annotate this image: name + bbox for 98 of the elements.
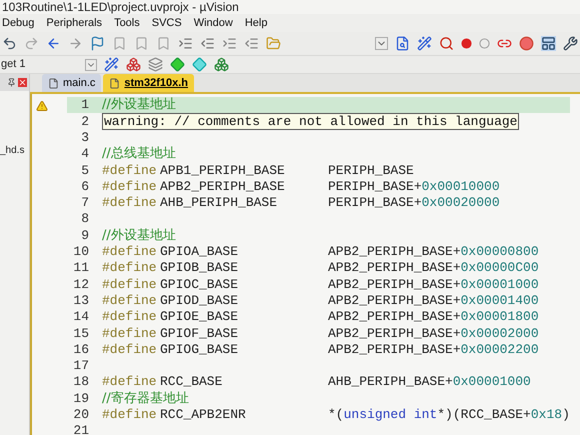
line-number: 16 bbox=[72, 340, 90, 359]
menu-item[interactable]: SVCS bbox=[152, 14, 182, 32]
layers-icon[interactable] bbox=[148, 57, 163, 72]
warning-tooltip: warning: // comments are not allowed in this language bbox=[102, 112, 520, 130]
macro-name: GPIOC_BASE bbox=[160, 276, 240, 294]
file-tab[interactable]: main.c bbox=[42, 74, 102, 92]
code-comment: //总线基地址 bbox=[102, 145, 176, 164]
preprocessor-directive: #define bbox=[102, 276, 158, 294]
menu-item[interactable]: Peripherals bbox=[46, 14, 102, 32]
macro-value: PERIPH_BASE+0x00010000 bbox=[328, 178, 500, 196]
line-number: 5 bbox=[80, 162, 90, 180]
file-icon bbox=[109, 78, 120, 88]
macro-name: GPIOD_BASE bbox=[160, 292, 240, 310]
menu-item[interactable]: Help bbox=[244, 14, 268, 32]
preprocessor-directive: #define bbox=[102, 194, 158, 212]
close-icon[interactable] bbox=[18, 78, 27, 87]
macro-value: APB2_PERIPH_BASE+0x00002000 bbox=[328, 324, 539, 343]
diamond-icon[interactable] bbox=[192, 57, 207, 72]
line-number: 17 bbox=[72, 357, 90, 376]
forward-arrow-icon[interactable] bbox=[68, 36, 83, 51]
macro-name: GPIOE_BASE bbox=[160, 308, 240, 326]
outdent-icon[interactable] bbox=[200, 36, 215, 51]
preprocessor-directive: #define bbox=[102, 162, 158, 180]
project-file-item[interactable]: _hd.s bbox=[0, 143, 29, 158]
line-number: 7 bbox=[80, 194, 90, 212]
line-number: 8 bbox=[80, 210, 90, 228]
macro-value: APB2_PERIPH_BASE+0x00000800 bbox=[328, 243, 539, 262]
line-number: 19 bbox=[72, 390, 90, 408]
menu-item[interactable]: Window bbox=[194, 14, 233, 32]
macro-value: APB2_PERIPH_BASE+0x00001000 bbox=[328, 276, 539, 294]
line-number: 12 bbox=[72, 276, 90, 294]
boxes-icon[interactable] bbox=[214, 57, 229, 72]
preprocessor-directive: #define bbox=[102, 259, 158, 278]
macro-name: GPIOG_BASE bbox=[160, 340, 240, 359]
macro-value: *(unsigned int*)(RCC_BASE+0x18) bbox=[328, 406, 570, 424]
boxes-icon[interactable] bbox=[126, 57, 141, 72]
target-dropdown[interactable]: get 1 bbox=[1, 56, 97, 72]
menu-item[interactable]: Tools bbox=[114, 14, 140, 32]
line-number: 21 bbox=[72, 422, 90, 435]
macro-name: GPIOB_BASE bbox=[160, 259, 240, 278]
line-number: 6 bbox=[80, 178, 90, 196]
pin-icon[interactable] bbox=[7, 78, 16, 87]
window-layout-icon[interactable] bbox=[541, 36, 556, 51]
file-icon bbox=[48, 78, 59, 88]
menu-item[interactable]: Debug bbox=[2, 14, 34, 32]
wand-icon[interactable] bbox=[417, 36, 432, 51]
code-editor[interactable] bbox=[30, 94, 580, 435]
circle-icon[interactable] bbox=[479, 38, 490, 49]
preprocessor-directive: #define bbox=[102, 373, 158, 391]
warning-icon bbox=[36, 100, 48, 112]
macro-value: AHB_PERIPH_BASE+0x00001000 bbox=[328, 373, 531, 392]
line-number: 15 bbox=[72, 324, 90, 343]
macro-name: GPIOA_BASE bbox=[160, 243, 240, 262]
undo-icon[interactable] bbox=[2, 36, 17, 51]
code-comment: //寄存器基地址 bbox=[102, 390, 189, 408]
line-number: 9 bbox=[80, 226, 90, 245]
window-title: 103Routine\1-1LED\project.uvprojx - µVision bbox=[2, 0, 239, 14]
macro-name: APB2_PERIPH_BASE bbox=[160, 178, 286, 196]
folder-icon[interactable] bbox=[266, 36, 281, 51]
indent-icon[interactable] bbox=[178, 36, 193, 51]
macro-value: PERIPH_BASE+0x00020000 bbox=[328, 194, 500, 212]
diamond-icon[interactable] bbox=[170, 57, 185, 72]
search-icon[interactable] bbox=[439, 36, 454, 51]
line-number: 13 bbox=[72, 292, 90, 310]
preprocessor-directive: #define bbox=[102, 340, 158, 359]
line-number: 10 bbox=[72, 243, 90, 262]
macro-name: RCC_BASE bbox=[160, 373, 224, 391]
macro-value: APB2_PERIPH_BASE+0x00002200 bbox=[328, 340, 539, 359]
macro-value: PERIPH_BASE bbox=[328, 162, 414, 180]
line-number: 1 bbox=[80, 96, 90, 114]
preprocessor-directive: #define bbox=[102, 324, 158, 343]
code-comment: //外设基地址 bbox=[102, 226, 176, 245]
settings-icon[interactable] bbox=[563, 36, 578, 51]
preprocessor-directive: #define bbox=[102, 406, 158, 424]
wand-icon[interactable] bbox=[104, 57, 119, 72]
line-number: 3 bbox=[80, 129, 90, 147]
macro-value: APB2_PERIPH_BASE+0x00001400 bbox=[328, 292, 539, 310]
macro-name: AHB_PERIPH_BASE bbox=[160, 194, 278, 212]
preprocessor-directive: #define bbox=[102, 292, 158, 310]
macro-value: APB2_PERIPH_BASE+0x00001800 bbox=[328, 308, 539, 326]
line-number: 4 bbox=[80, 145, 90, 164]
line-number: 14 bbox=[72, 308, 90, 326]
preprocessor-directive: #define bbox=[102, 243, 158, 262]
macro-name: RCC_APB2ENR bbox=[160, 406, 247, 424]
code-comment: //外设基地址 bbox=[102, 96, 176, 114]
macro-name: GPIOF_BASE bbox=[160, 324, 240, 343]
line-number: 11 bbox=[72, 259, 90, 278]
flag-icon[interactable] bbox=[90, 36, 105, 51]
macro-value: APB2_PERIPH_BASE+0x00000C00 bbox=[328, 259, 539, 278]
file-tab[interactable]: stm32f10x.h bbox=[103, 74, 194, 92]
line-number: 2 bbox=[80, 112, 90, 131]
file-search-icon[interactable] bbox=[395, 36, 410, 51]
line-number: 18 bbox=[72, 373, 90, 392]
breakpoint-icon[interactable] bbox=[461, 38, 472, 49]
preprocessor-directive: #define bbox=[102, 178, 158, 196]
macro-name: APB1_PERIPH_BASE bbox=[160, 162, 286, 180]
preprocessor-directive: #define bbox=[102, 308, 158, 326]
line-number: 20 bbox=[72, 406, 90, 424]
